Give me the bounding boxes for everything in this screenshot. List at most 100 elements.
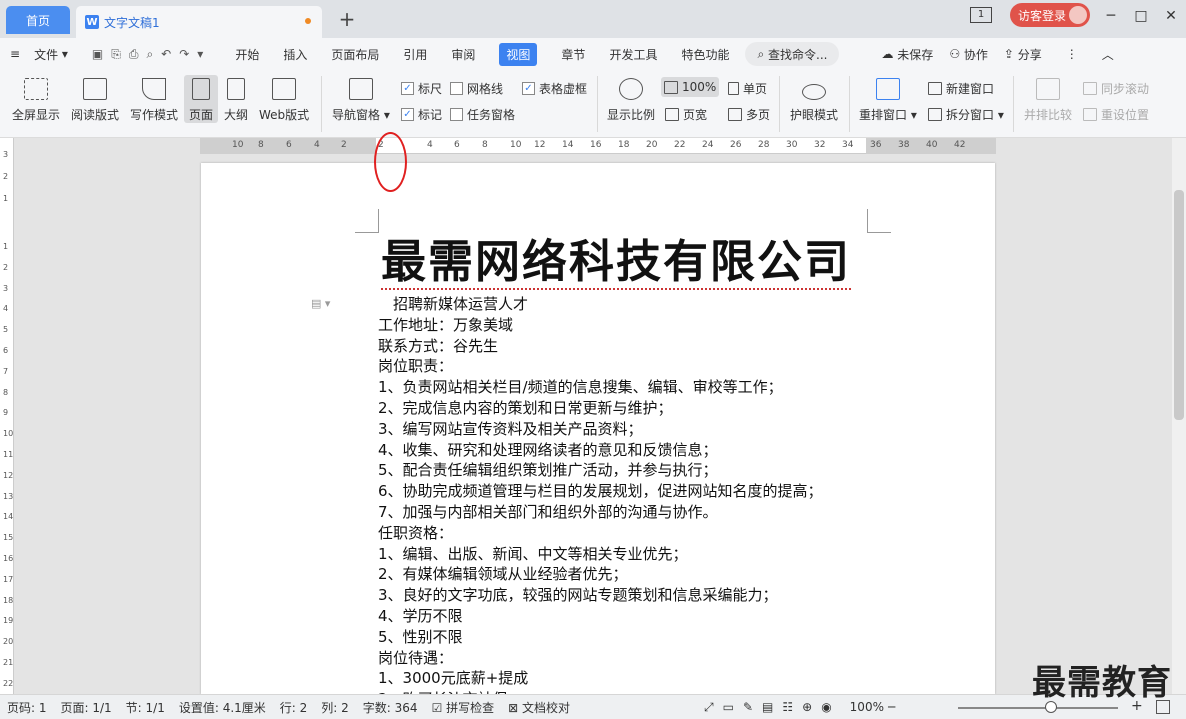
ruler-tick-label: 32 (814, 140, 826, 150)
status-row[interactable]: 行: 2 (273, 699, 315, 716)
ribbon-view: 全屏显示 阅读版式 写作模式 页面 大纲 Web版式 导航窗格 ▾ ✓ 标尺 网格… (0, 70, 1186, 138)
menu-tab-start[interactable]: 开始 (223, 38, 271, 70)
document-body[interactable]: 招聘新媒体运营人才 工作地址：万象美域 联系方式：谷先生 岗位职责： 1、负责网站相关栏… (378, 294, 823, 710)
guest-login-button[interactable]: 访客登录 (1010, 3, 1090, 27)
ruler-checkbox[interactable]: ✓ 标尺 (401, 80, 442, 97)
document-line[interactable]: 4、收集、研究和处理网络读者的意见和反馈信息； (378, 440, 823, 461)
new-tab-button[interactable]: + (336, 7, 358, 31)
read-mode-button[interactable]: 阅读版式 (71, 78, 119, 123)
menu-file[interactable]: 文件 ▾ (32, 38, 80, 70)
unsaved-button[interactable]: ☁ 未保存 (869, 38, 945, 70)
ruler-tick-label: 18 (3, 595, 14, 605)
status-pages[interactable]: 页面: 1/1 (54, 699, 119, 716)
vertical-ruler[interactable]: 3 2 1 1 2 3 4 5 6 7 8 9 10 11 12 13 14 15 16 17 18 19 20 21 22 (0, 138, 14, 694)
document-line[interactable]: 4、学历不限 (378, 606, 823, 627)
vertical-scrollbar[interactable] (1172, 138, 1186, 694)
ruler-tick-label: 10 (510, 140, 522, 150)
status-page[interactable]: 页码: 1 (0, 699, 54, 716)
rearrange-window-button[interactable]: 重排窗口 ▾ (859, 78, 917, 123)
maximize-button[interactable]: □ (1126, 8, 1156, 24)
ruler-tick-label: 16 (590, 140, 602, 150)
single-page-button[interactable]: 单页 (728, 80, 767, 97)
web-layout-button[interactable]: Web版式 (259, 78, 309, 123)
scrollbar-thumb[interactable] (1174, 190, 1184, 420)
write-mode-button[interactable]: 写作模式 (130, 78, 178, 123)
paragraph-handle-icon[interactable]: ▤ ▾ (311, 297, 330, 310)
status-col[interactable]: 列: 2 (314, 699, 356, 716)
document-line[interactable]: 岗位职责： (378, 356, 823, 377)
document-line[interactable]: 岗位待遇： (378, 648, 823, 669)
menu-tab-view[interactable]: 视图 (487, 38, 549, 70)
document-line[interactable]: 联系方式：谷先生 (378, 336, 823, 357)
new-window-button[interactable]: 新建窗口 (928, 80, 994, 97)
document-page[interactable]: ▤ ▾ 最需网络科技有限公司 招聘新媒体运营人才 工作地址：万象美域 联系方式：谷先… (201, 163, 995, 708)
document-line[interactable]: 2、有媒体编辑领域从业经验者优先； (378, 564, 823, 585)
fullscreen-icon (24, 78, 48, 100)
document-line[interactable]: 7、加强与内部相关部门和组织外部的沟通与协作。 (378, 502, 823, 523)
mark-checkbox[interactable]: ✓ 标记 (401, 106, 442, 123)
sync-scroll-icon (1083, 82, 1097, 95)
document-line[interactable]: 1、3000元底薪+提成 (378, 668, 823, 689)
zoom-slider[interactable] (958, 707, 1118, 709)
document-line[interactable]: 6、协助完成频道管理与栏目的发展规划，促进网站知名度的提高； (378, 481, 823, 502)
view-mode-icons[interactable]: ⤢▭✎▤☷⊕◉ (697, 700, 848, 715)
tab-home[interactable]: 首页 (6, 6, 70, 34)
outline-button[interactable]: 大纲 (224, 78, 248, 123)
split-window-button[interactable]: 拆分窗口 ▾ (928, 106, 1004, 123)
zoom-100-button[interactable]: 100% (661, 77, 720, 97)
more-icon[interactable]: ⋮ (1054, 38, 1090, 70)
status-setting[interactable]: 设置值: 4.1厘米 (172, 699, 273, 716)
reset-position-button[interactable]: 重设位置 (1083, 106, 1149, 123)
proofread-button[interactable]: ⊠ 文档校对 (501, 699, 577, 716)
share-button[interactable]: ⇪ 分享 (992, 38, 1054, 70)
menu-tab-review[interactable]: 审阅 (439, 38, 487, 70)
menu-tab-devtools[interactable]: 开发工具 (597, 38, 669, 70)
fullscreen-button[interactable]: 全屏显示 (12, 78, 60, 123)
ruler-tick-label: 24 (702, 140, 714, 150)
menu-tab-reference[interactable]: 引用 (391, 38, 439, 70)
command-search[interactable]: ⌕ 查找命令... (745, 42, 840, 66)
status-section[interactable]: 节: 1/1 (119, 699, 172, 716)
document-line[interactable]: 工作地址：万象美域 (378, 315, 823, 336)
zoom-ratio-button[interactable]: 显示比例 (607, 78, 655, 123)
document-line[interactable]: 5、配合责任编辑组织策划推广活动，并参与执行； (378, 460, 823, 481)
document-line[interactable]: 2、完成信息内容的策划和日常更新与维护； (378, 398, 823, 419)
zoom-out-button[interactable]: ─ (886, 700, 897, 714)
page-width-button[interactable]: 页宽 (665, 106, 707, 123)
collab-button[interactable]: ⚇ 协作 (945, 38, 992, 70)
menu-tab-special[interactable]: 特色功能 (669, 38, 741, 70)
hamburger-menu-icon[interactable]: ≡ (0, 38, 32, 70)
task-pane-checkbox[interactable]: 任务窗格 (450, 106, 515, 123)
table-frame-checkbox[interactable]: ✓ 表格虚框 (522, 80, 587, 97)
menu-tab-chapter[interactable]: 章节 (549, 38, 597, 70)
minimize-button[interactable]: ─ (1096, 8, 1126, 24)
menu-tab-insert[interactable]: 插入 (271, 38, 319, 70)
document-line[interactable]: 1、编辑、出版、新闻、中文等相关专业优先； (378, 544, 823, 565)
document-line[interactable]: 5、性别不限 (378, 627, 823, 648)
grid-checkbox[interactable]: 网格线 (450, 80, 503, 97)
status-words[interactable]: 字数: 364 (356, 699, 425, 716)
tab-document[interactable]: W 文字文稿1 (76, 6, 322, 38)
menu-file-label: 文件 (34, 47, 59, 62)
page-indicator-icon[interactable]: 1 (970, 7, 992, 23)
quick-access-toolbar[interactable]: ▣⎘⎙⌕↶↷▾ (80, 38, 223, 70)
zoom-level[interactable]: 100% (848, 700, 886, 714)
collapse-ribbon-icon[interactable]: ︿ (1090, 38, 1126, 70)
document-line[interactable]: 招聘新媒体运营人才 (378, 294, 823, 315)
document-line[interactable]: 3、良好的文字功底，较强的网站专题策划和信息采编能力； (378, 585, 823, 606)
multi-page-button[interactable]: 多页 (728, 106, 770, 123)
side-by-side-button[interactable]: 并排比较 (1024, 78, 1072, 123)
document-line[interactable]: 任职资格： (378, 523, 823, 544)
document-line[interactable]: 1、负责网站相关栏目/频道的信息搜集、编辑、审校等工作； (378, 377, 823, 398)
close-button[interactable]: ✕ (1156, 8, 1186, 24)
document-line[interactable]: 3、编写网站宣传资料及相关产品资料； (378, 419, 823, 440)
document-title[interactable]: 最需网络科技有限公司 (381, 236, 852, 290)
percent-icon (664, 80, 678, 94)
sync-scroll-button[interactable]: 同步滚动 (1083, 80, 1149, 97)
eye-care-button[interactable]: 护眼模式 (790, 78, 838, 123)
page-view-button[interactable]: 页面 (184, 75, 218, 123)
nav-pane-button[interactable]: 导航窗格 ▾ (332, 78, 390, 123)
horizontal-ruler[interactable]: 10 8 6 4 2 2 4 6 8 10 12 14 16 18 20 22 24 26 28 30 32 34 36 38… (200, 138, 996, 154)
spell-check-button[interactable]: ☑ 拼写检查 (425, 699, 502, 716)
menu-tab-layout[interactable]: 页面布局 (319, 38, 391, 70)
